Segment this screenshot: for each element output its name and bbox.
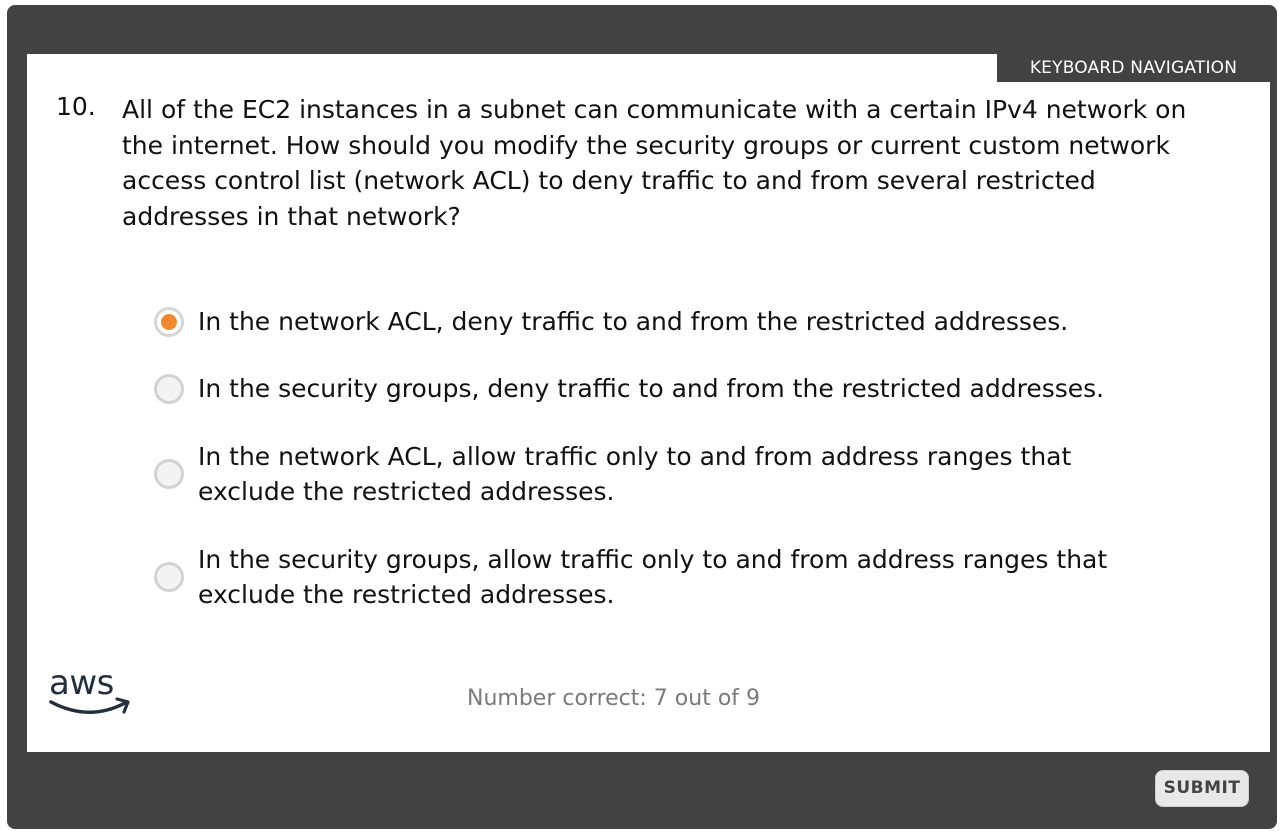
question-number: 10. xyxy=(56,92,96,121)
radio-button[interactable] xyxy=(154,373,184,404)
answer-option-3[interactable]: In the network ACL, allow traffic only t… xyxy=(154,439,1154,509)
submit-button[interactable]: SUBMIT xyxy=(1155,770,1249,807)
radio-button[interactable] xyxy=(154,562,184,592)
aws-logo: aws xyxy=(49,664,131,720)
answer-option-label: In the security groups, allow traffic on… xyxy=(198,545,1108,609)
quiz-frame: KEYBOARD NAVIGATION 10. All of the EC2 i… xyxy=(7,5,1277,829)
answer-option-label: In the network ACL, allow traffic only t… xyxy=(198,442,1072,506)
answer-option-label: In the network ACL, deny traffic to and … xyxy=(198,307,1069,336)
radio-button[interactable] xyxy=(154,459,184,489)
keyboard-navigation-button[interactable]: KEYBOARD NAVIGATION xyxy=(997,54,1270,82)
score-text: Number correct: 7 out of 9 xyxy=(467,686,761,711)
radio-button-selected[interactable] xyxy=(154,306,184,337)
aws-smile-icon xyxy=(49,697,130,714)
question-panel: KEYBOARD NAVIGATION 10. All of the EC2 i… xyxy=(27,54,1270,752)
question-text: All of the EC2 instances in a subnet can… xyxy=(122,95,1187,231)
answer-option-1[interactable]: In the network ACL, deny traffic to and … xyxy=(154,304,1154,339)
answer-option-4[interactable]: In the security groups, allow traffic on… xyxy=(154,542,1154,612)
answer-option-label: In the security groups, deny traffic to … xyxy=(198,374,1105,403)
answer-option-2[interactable]: In the security groups, deny traffic to … xyxy=(154,371,1154,406)
